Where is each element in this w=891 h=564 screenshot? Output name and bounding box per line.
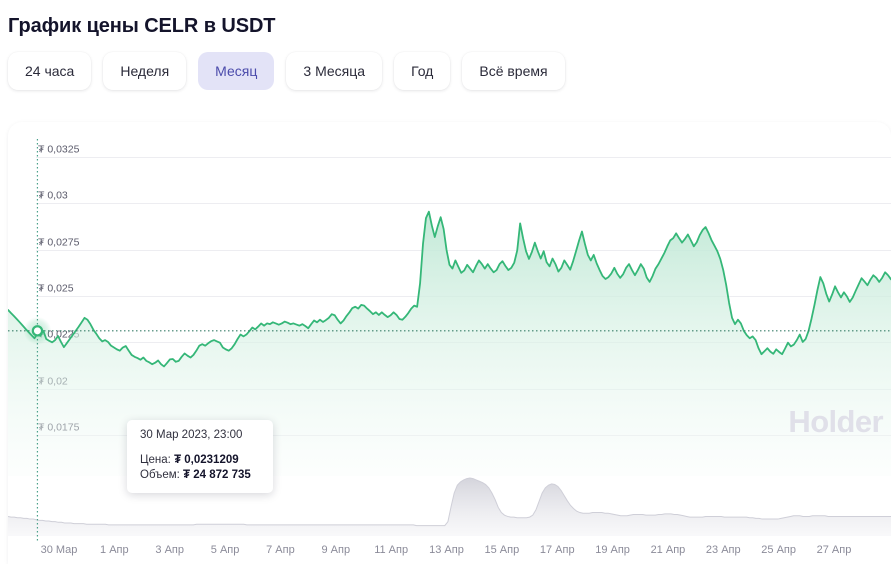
range-button-year[interactable]: Год <box>394 52 451 90</box>
y-axis-tick-label: ₮ 0,025 <box>38 283 74 295</box>
x-axis-tick-label: 5 Апр <box>211 544 240 556</box>
x-axis-tick-label: 19 Апр <box>595 544 630 556</box>
x-axis-tick-label: 23 Апр <box>706 544 741 556</box>
x-axis-tick-label: 7 Апр <box>266 544 295 556</box>
x-axis-tick-label: 27 Апр <box>817 544 852 556</box>
highlight-point-marker[interactable] <box>31 325 44 337</box>
range-selector: 24 часа Неделя Месяц 3 Месяца Год Всё вр… <box>8 52 565 90</box>
x-axis-tick-label: 21 Апр <box>651 544 686 556</box>
y-axis-tick-label: ₮ 0,0275 <box>38 237 80 249</box>
tooltip-volume-label: Объем: <box>140 469 180 481</box>
x-axis-tick-label: 25 Апр <box>761 544 796 556</box>
tooltip-date: 30 Мар 2023, 23:00 <box>140 429 243 441</box>
tooltip-price-label: Цена: <box>140 453 171 466</box>
x-axis-tick-label: 3 Апр <box>155 544 184 556</box>
chart-canvas[interactable]: ₮ 0,0325₮ 0,03₮ 0,0275₮ 0,025₮ 0,0225₮ 0… <box>8 122 891 564</box>
x-axis-tick-label: 15 Апр <box>485 544 520 556</box>
range-button-24h[interactable]: 24 часа <box>8 52 92 90</box>
range-button-alltime[interactable]: Всё время <box>462 52 565 90</box>
chart-tooltip: 30 Мар 2023, 23:00 Цена: ₮ 0,0231209 Объ… <box>127 420 273 493</box>
y-axis-tick-label: ₮ 0,03 <box>38 190 68 202</box>
x-axis-tick-label: 9 Апр <box>321 544 350 556</box>
chart-card: ₮ 0,0325₮ 0,03₮ 0,0275₮ 0,025₮ 0,0225₮ 0… <box>8 122 891 564</box>
range-button-week[interactable]: Неделя <box>103 52 187 90</box>
tooltip-price-value: ₮ 0,0231209 <box>174 453 239 466</box>
price-volume-chart: ₮ 0,0325₮ 0,03₮ 0,0275₮ 0,025₮ 0,0225₮ 0… <box>8 139 891 556</box>
tooltip-volume-value: ₮ 24 872 735 <box>183 469 251 481</box>
x-axis-labels: 30 Мар 1 Апр 3 Апр 5 Апр 7 Апр 9 Апр 11 Апр 13 … <box>41 544 852 556</box>
x-axis-tick-label: 1 Апр <box>100 544 129 556</box>
x-axis-tick-label: 30 Мар <box>41 544 78 556</box>
x-axis-tick-label: 17 Апр <box>540 544 575 556</box>
y-axis-tick-label: ₮ 0,0325 <box>38 144 80 156</box>
tooltip-price-row: Цена: ₮ 0,0231209 <box>140 453 261 467</box>
x-axis-tick-label: 11 Апр <box>374 544 408 556</box>
x-axis-tick-label: 13 Апр <box>429 544 464 556</box>
page-title: График цены CELR в USDT <box>8 15 276 38</box>
range-button-month[interactable]: Месяц <box>198 52 275 90</box>
tooltip-volume-row: Объем: ₮ 24 872 735 <box>140 469 261 482</box>
price-chart-page: График цены CELR в USDT 24 часа Неделя М… <box>0 0 891 564</box>
range-button-3months[interactable]: 3 Месяца <box>286 52 383 90</box>
